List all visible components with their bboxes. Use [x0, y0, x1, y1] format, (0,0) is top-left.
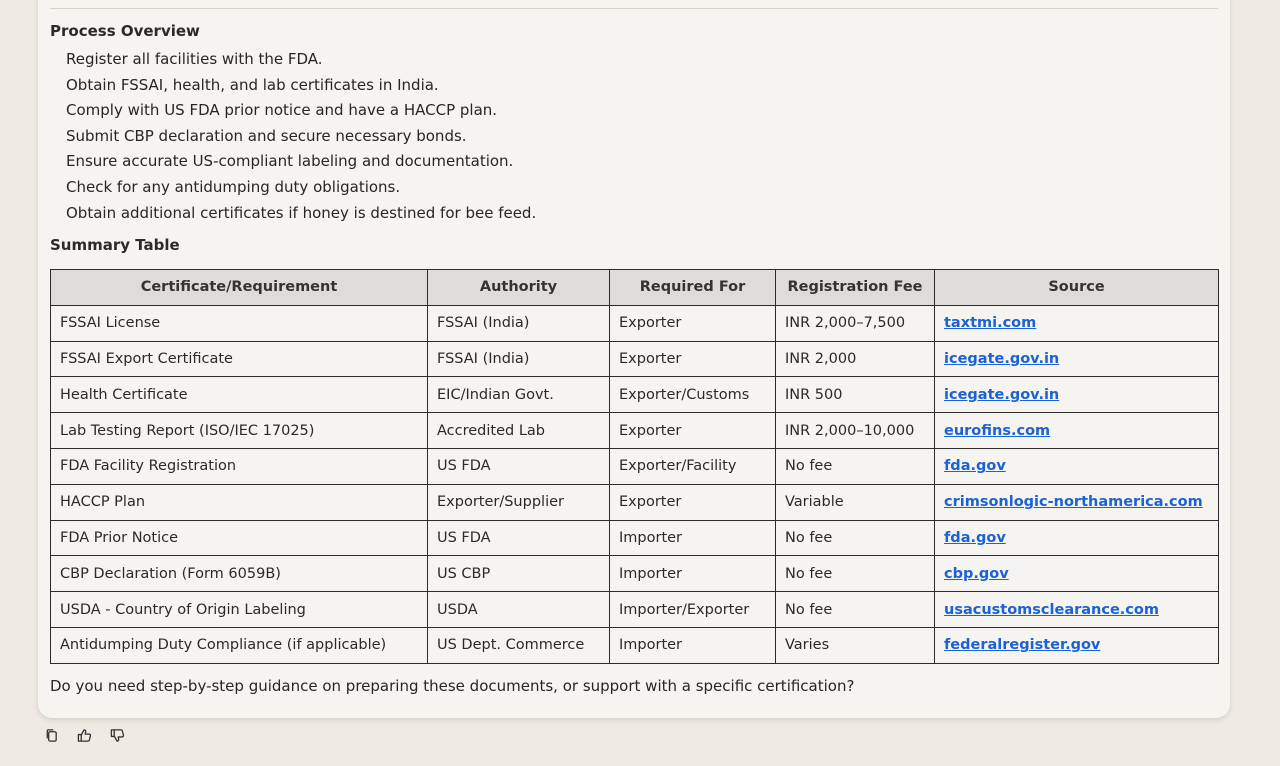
table-cell: FSSAI Export Certificate [50, 340, 428, 378]
column-header: Registration Fee [775, 269, 935, 306]
process-steps-list: Register all facilities with the FDA. Ob… [66, 48, 536, 227]
source-cell: fda.gov [934, 447, 1219, 485]
table-cell: HACCP Plan [50, 483, 428, 521]
source-link[interactable]: taxtmi.com [944, 315, 1036, 331]
table-cell: FDA Facility Registration [50, 447, 428, 485]
table-cell: No fee [775, 555, 935, 593]
table-cell: No fee [775, 591, 935, 628]
process-overview-heading: Process Overview [50, 22, 200, 40]
table-cell: Exporter/Supplier [427, 483, 610, 521]
process-step: Submit CBP declaration and secure necess… [66, 126, 467, 145]
table-cell: USDA [427, 591, 610, 628]
table-cell: Exporter [609, 483, 776, 521]
table-cell: FDA Prior Notice [50, 519, 428, 557]
table-row: FSSAI License FSSAI (India) Exporter INR… [50, 304, 1219, 342]
source-cell: usacustomsclearance.com [934, 591, 1219, 628]
table-cell: US CBP [427, 555, 610, 593]
table-cell: Exporter/Customs [609, 376, 776, 414]
table-row: FDA Prior Notice US FDA Importer No fee … [50, 519, 1219, 557]
source-link[interactable]: fda.gov [944, 530, 1006, 546]
table-cell: FSSAI (India) [427, 304, 610, 342]
table-row: HACCP Plan Exporter/Supplier Exporter Va… [50, 483, 1219, 521]
table-cell: Variable [775, 483, 935, 521]
table-cell: Importer [609, 519, 776, 557]
source-cell: crimsonlogic-northamerica.com [934, 483, 1219, 521]
process-step: Comply with US FDA prior notice and have… [66, 101, 498, 120]
table-cell: FSSAI (India) [427, 340, 610, 378]
thumbs-down-icon[interactable] [110, 728, 125, 743]
table-row: FDA Facility Registration US FDA Exporte… [50, 447, 1219, 485]
table-cell: FSSAI License [50, 304, 428, 342]
source-link[interactable]: usacustomsclearance.com [944, 602, 1159, 618]
table-cell: Accredited Lab [427, 412, 610, 449]
source-cell: cbp.gov [934, 555, 1219, 593]
source-link[interactable]: eurofins.com [944, 423, 1050, 439]
divider [50, 8, 1218, 9]
source-link[interactable]: fda.gov [944, 458, 1006, 474]
thumbs-up-icon[interactable] [77, 728, 92, 743]
source-link[interactable]: icegate.gov.in [944, 351, 1059, 367]
source-cell: icegate.gov.in [934, 340, 1219, 378]
table-cell: Exporter [609, 412, 776, 449]
table-cell: Exporter [609, 340, 776, 378]
table-cell: Importer [609, 626, 776, 664]
source-cell: eurofins.com [934, 412, 1219, 449]
process-step: Check for any antidumping duty obligatio… [66, 177, 401, 196]
column-header: Certificate/Requirement [50, 269, 428, 306]
table-cell: Health Certificate [50, 376, 428, 414]
summary-table-heading: Summary Table [50, 236, 180, 254]
table-cell: EIC/Indian Govt. [427, 376, 610, 414]
summary-table: Certificate/Requirement Authority Requir… [50, 269, 1219, 664]
table-header-row: Certificate/Requirement Authority Requir… [50, 269, 1219, 306]
table-cell: US FDA [427, 519, 610, 557]
table-cell: No fee [775, 519, 935, 557]
column-header: Authority [427, 269, 610, 306]
table-row: FSSAI Export Certificate FSSAI (India) E… [50, 340, 1219, 378]
table-cell: Lab Testing Report (ISO/IEC 17025) [50, 412, 428, 449]
column-header: Source [934, 269, 1219, 306]
source-link[interactable]: icegate.gov.in [944, 387, 1059, 403]
copy-icon[interactable] [44, 728, 59, 743]
table-row: Lab Testing Report (ISO/IEC 17025) Accre… [50, 412, 1219, 449]
source-cell: taxtmi.com [934, 304, 1219, 342]
table-cell: USDA - Country of Origin Labeling [50, 591, 428, 628]
source-cell: icegate.gov.in [934, 376, 1219, 414]
table-cell: No fee [775, 447, 935, 485]
process-step: Obtain additional certificates if honey … [66, 203, 537, 222]
table-cell: INR 2,000–7,500 [775, 304, 935, 342]
table-cell: Exporter/Facility [609, 447, 776, 485]
process-step: Register all facilities with the FDA. [66, 50, 323, 68]
source-link[interactable]: crimsonlogic-northamerica.com [944, 494, 1203, 510]
process-step: Obtain FSSAI, health, and lab certificat… [66, 75, 439, 94]
source-link[interactable]: federalregister.gov [944, 637, 1100, 653]
table-row: Health Certificate EIC/Indian Govt. Expo… [50, 376, 1219, 414]
table-cell: INR 2,000–10,000 [775, 412, 935, 449]
table-row: Antidumping Duty Compliance (if applicab… [50, 626, 1219, 664]
source-link[interactable]: cbp.gov [944, 566, 1009, 582]
table-cell: Importer [609, 555, 776, 593]
table-row: USDA - Country of Origin Labeling USDA I… [50, 591, 1219, 628]
source-cell: federalregister.gov [934, 626, 1219, 664]
table-cell: Antidumping Duty Compliance (if applicab… [50, 626, 428, 664]
table-cell: Importer/Exporter [609, 591, 776, 628]
table-cell: INR 2,000 [775, 340, 935, 378]
table-cell: CBP Declaration (Form 6059B) [50, 555, 428, 593]
column-header: Required For [609, 269, 776, 306]
table-cell: Varies [775, 626, 935, 664]
table-cell: Exporter [609, 304, 776, 342]
table-cell: US Dept. Commerce [427, 626, 610, 664]
source-cell: fda.gov [934, 519, 1219, 557]
table-cell: US FDA [427, 447, 610, 485]
message-actions [44, 728, 125, 743]
table-cell: INR 500 [775, 376, 935, 414]
table-row: CBP Declaration (Form 6059B) US CBP Impo… [50, 555, 1219, 593]
process-step: Ensure accurate US-compliant labeling an… [66, 152, 514, 171]
follow-up-question: Do you need step-by-step guidance on pre… [50, 677, 855, 695]
